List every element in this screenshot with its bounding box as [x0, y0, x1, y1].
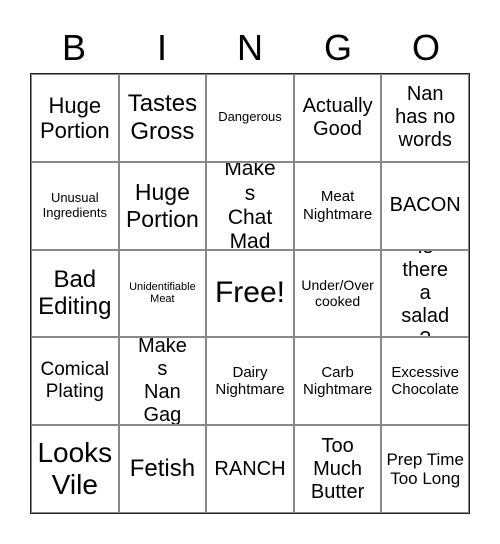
- header-letter: O: [411, 27, 440, 68]
- bingo-cell[interactable]: Huge Portion: [31, 74, 119, 162]
- bingo-cell[interactable]: Unusual Ingredients: [31, 161, 119, 250]
- bingo-cell[interactable]: Carb Nightmare: [293, 337, 382, 426]
- bingo-cell[interactable]: Tastes Gross: [118, 74, 207, 162]
- header-letter: G: [323, 27, 352, 68]
- bingo-cell[interactable]: Unidentifiable Meat: [118, 249, 207, 338]
- bingo-cell[interactable]: Is there a salad?: [381, 249, 469, 338]
- bingo-cell[interactable]: BACON: [381, 161, 469, 250]
- bingo-cell[interactable]: Comical Plating: [31, 337, 119, 426]
- bingo-header: B I N G O: [30, 24, 470, 72]
- bingo-cell[interactable]: RANCH: [206, 425, 294, 513]
- bingo-cell[interactable]: Meat Nightmare: [293, 161, 382, 250]
- bingo-cell[interactable]: Looks Vile: [31, 425, 119, 513]
- bingo-cell[interactable]: Huge Portion: [118, 161, 207, 250]
- bingo-cell[interactable]: Makes Nan Gag: [118, 337, 207, 426]
- bingo-cell[interactable]: Prep Time Too Long: [381, 425, 469, 513]
- bingo-cell[interactable]: Bad Editing: [31, 249, 119, 338]
- bingo-cell[interactable]: Actually Good: [293, 74, 382, 162]
- bingo-cell-free[interactable]: Free!: [206, 249, 294, 338]
- bingo-cell[interactable]: Dangerous: [206, 74, 294, 162]
- bingo-cell[interactable]: Under/Over cooked: [293, 249, 382, 338]
- bingo-cell[interactable]: Too Much Butter: [293, 425, 382, 513]
- bingo-cell[interactable]: Makes Chat Mad: [206, 161, 294, 250]
- header-letter: B: [61, 27, 86, 68]
- header-letter: I: [156, 27, 167, 68]
- bingo-cell[interactable]: Dairy Nightmare: [206, 337, 294, 426]
- header-letter: N: [237, 27, 263, 68]
- bingo-cell[interactable]: Nan has no words: [381, 74, 469, 162]
- bingo-grid: Huge Portion Tastes Gross Dangerous Actu…: [30, 73, 470, 514]
- bingo-cell[interactable]: Fetish: [118, 425, 207, 513]
- bingo-cell[interactable]: Excessive Chocolate: [381, 337, 469, 426]
